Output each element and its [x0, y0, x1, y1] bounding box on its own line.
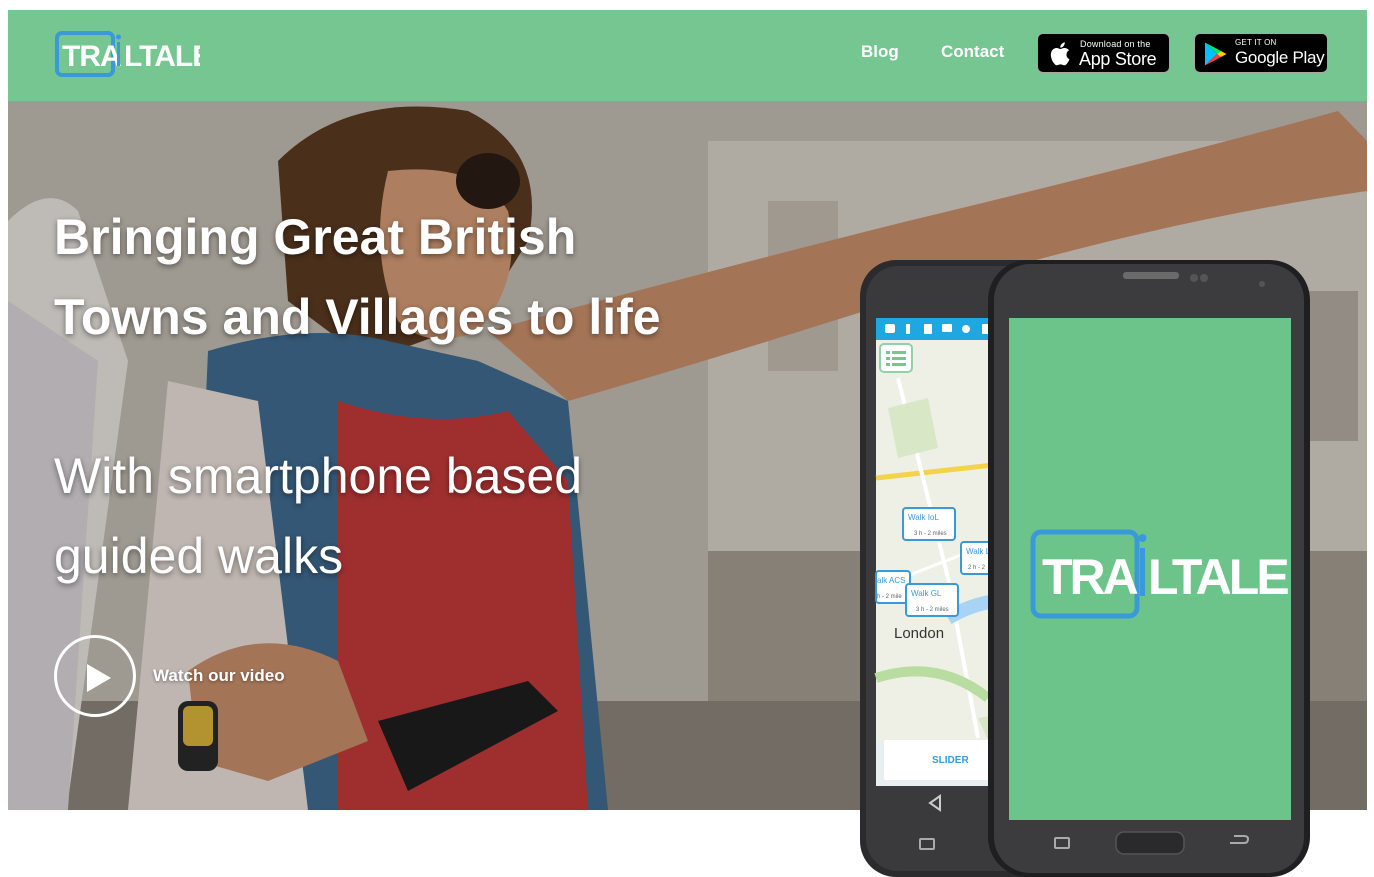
app-store-big-label: App Store	[1079, 49, 1157, 69]
walk-pin-label: Walk L	[966, 547, 991, 556]
nav-blog-link[interactable]: Blog	[861, 42, 899, 62]
svg-text:TRA: TRA	[1042, 549, 1138, 605]
walk-pin-detail: 3 h - 2 miles	[914, 531, 947, 537]
watch-video-link[interactable]: Watch our video	[153, 666, 285, 686]
app-store-button[interactable]: Download on the App Store	[1037, 33, 1170, 73]
front-phone: TRA LTALE	[988, 260, 1310, 877]
trailtale-logo[interactable]: TRA LTALE	[54, 28, 200, 80]
walk-pin-detail: 3 h - 2 miles	[916, 607, 949, 613]
play-video-button[interactable]	[54, 635, 136, 717]
hero-title: Bringing Great British Towns and Village…	[54, 209, 661, 345]
svg-text:LTALE: LTALE	[124, 40, 200, 73]
walk-pin-label: Walk GL	[911, 589, 942, 598]
google-play-small-label: GET IT ON	[1235, 38, 1277, 47]
walk-pin-detail: 2 h - 2	[968, 565, 986, 571]
nav-contact-link[interactable]: Contact	[941, 42, 1004, 62]
apple-icon	[1050, 42, 1070, 66]
walk-pin-detail: h - 2 mile	[877, 594, 902, 600]
hero-subtitle: With smartphone based guided walks	[54, 448, 583, 584]
list-icon	[886, 351, 906, 366]
svg-text:LTALE: LTALE	[1148, 549, 1288, 605]
slider-button[interactable]: SLIDER	[932, 755, 969, 766]
svg-text:TRA: TRA	[62, 40, 121, 73]
app-store-small-label: Download on the	[1080, 39, 1151, 49]
walk-pin-label: Walk IoL	[908, 513, 939, 522]
home-button[interactable]	[1115, 831, 1185, 855]
phone-mockups: Walk IoL 3 h - 2 miles Walk L 2 h - 2 al…	[860, 260, 1310, 877]
google-play-big-label: Google Play	[1235, 48, 1325, 67]
site-header: TRA LTALE Blog Contact Download on the A…	[8, 10, 1367, 101]
google-play-icon	[1205, 42, 1227, 66]
map-city-label: London	[894, 625, 944, 642]
google-play-button[interactable]: GET IT ON Google Play	[1194, 33, 1328, 73]
walk-pin-label: alk ACS	[877, 576, 905, 585]
play-icon	[87, 664, 111, 692]
